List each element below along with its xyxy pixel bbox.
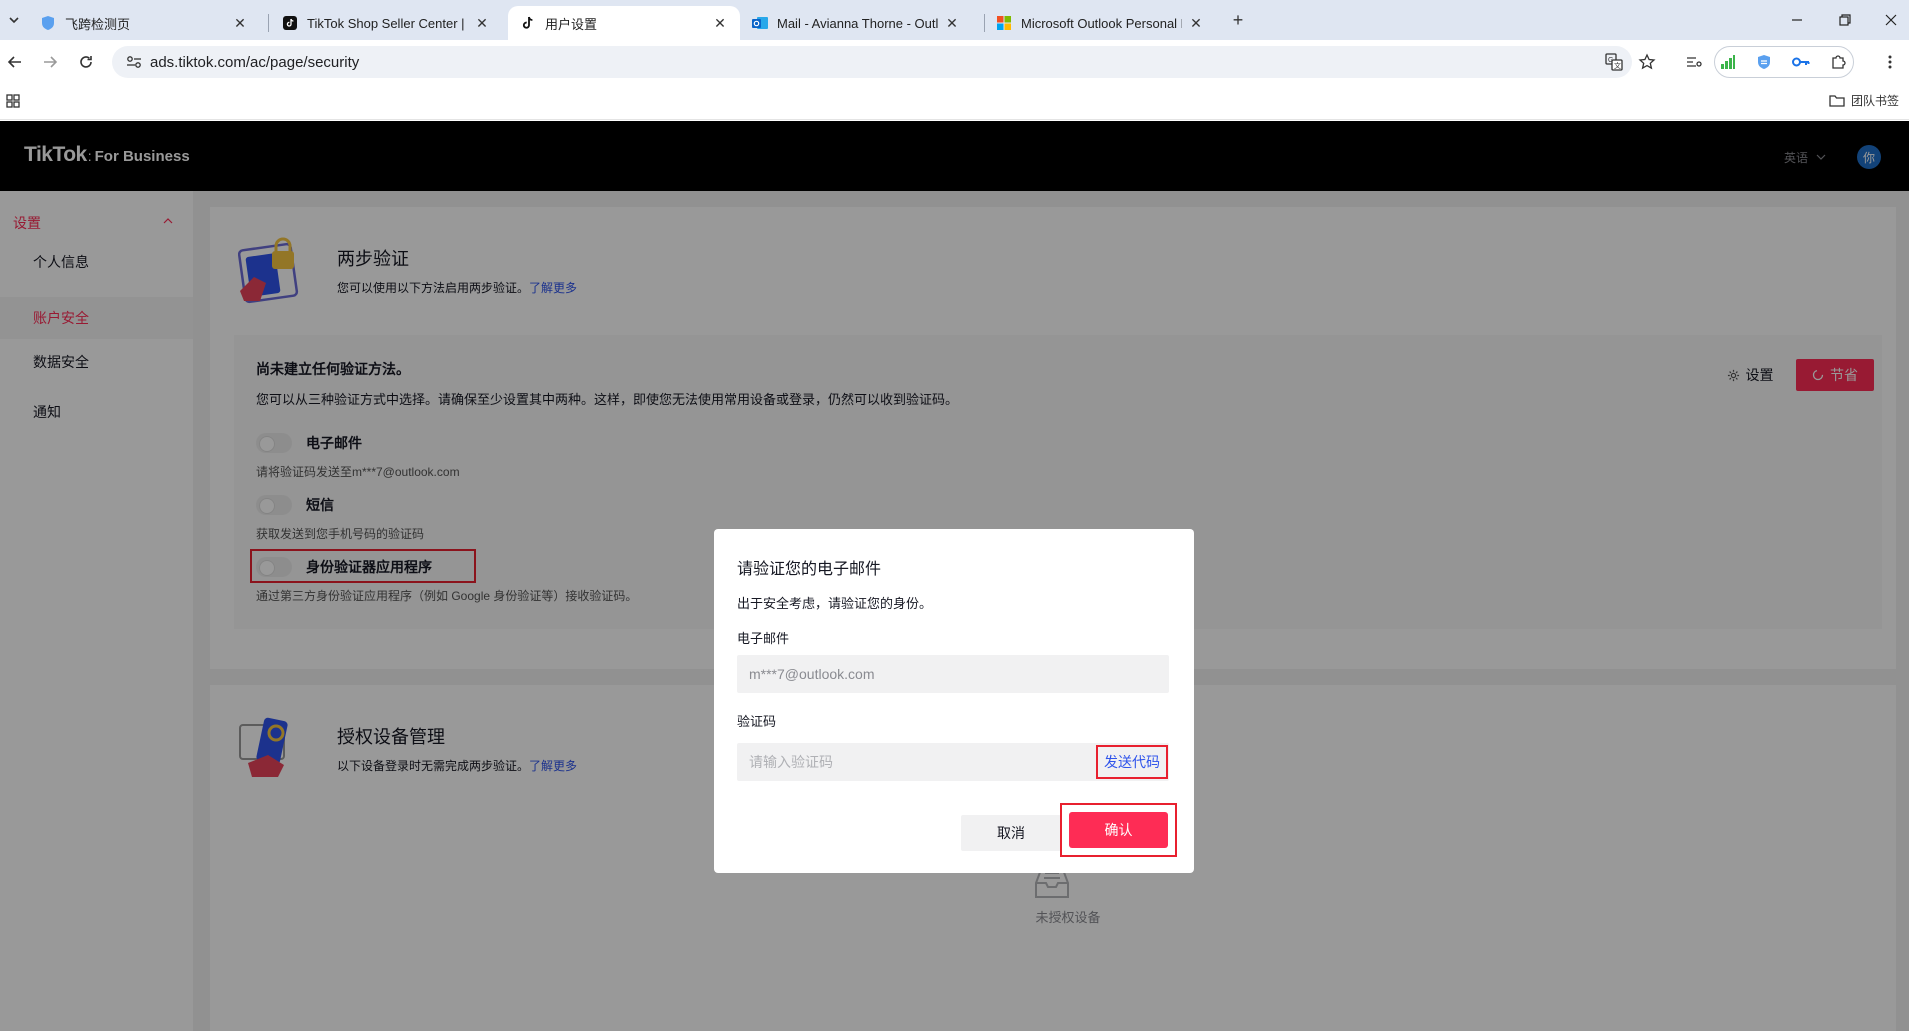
tab-title: TikTok Shop Seller Center | Ti [307,15,468,31]
confirm-highlight-box: 确认 [1060,803,1177,857]
more-menu-icon[interactable] [1878,50,1902,74]
microsoft-icon [996,15,1012,31]
modal-subtitle: 出于安全考虑，请验证您的身份。 [737,596,933,611]
browser-tab-4[interactable]: Mail - Avianna Thorne - Outl ✕ [740,6,972,40]
close-tab-icon[interactable]: ✕ [944,15,960,31]
page: TikTok : For Business 英语 你 设置 个人信息 账户安全 … [0,121,1909,1031]
forward-arrow-icon[interactable] [38,50,62,74]
new-tab-plus-icon[interactable]: + [1228,10,1248,30]
email-field[interactable] [737,655,1169,693]
reload-icon[interactable] [74,50,98,74]
address-bar[interactable]: ads.tiktok.com/ac/page/security [112,46,1632,78]
email-label: 电子邮件 [737,631,790,646]
browser-toolbar: ads.tiktok.com/ac/page/security G文 [0,40,1909,84]
bookmark-folder[interactable]: 团队书签 [1829,92,1899,109]
tab-search-chevron-icon[interactable] [4,10,24,30]
close-tab-icon[interactable]: ✕ [1188,15,1204,31]
tab-title: 飞跨检测页 [65,16,131,32]
code-label: 验证码 [737,714,777,729]
extensions-puzzle-icon[interactable] [1826,50,1850,74]
tiktok-icon [282,15,298,31]
restore-icon[interactable] [1833,8,1857,32]
back-arrow-icon[interactable] [3,50,27,74]
signal-bars-icon[interactable] [1716,50,1740,74]
close-tab-icon[interactable]: ✕ [712,15,728,31]
url-text: ads.tiktok.com/ac/page/security [150,53,360,71]
folder-icon [1829,95,1845,107]
tab-title: Microsoft Outlook Personal E [1021,15,1182,31]
bookmark-folder-label: 团队书签 [1850,94,1899,108]
tiktok-icon [520,15,536,31]
site-info-icon[interactable] [124,55,144,69]
close-tab-icon[interactable]: ✕ [232,15,248,31]
media-controls-icon[interactable] [1682,50,1706,74]
browser-tab-5[interactable]: Microsoft Outlook Personal E ✕ [984,6,1216,40]
apps-grid-icon[interactable] [6,94,20,111]
bookmarks-bar: 团队书签 [0,84,1909,120]
tab-title: 用户设置 [545,16,598,32]
shield-icon [40,15,56,31]
bookmark-star-icon[interactable] [1635,50,1659,74]
outlook-icon [752,15,768,31]
close-window-icon[interactable] [1879,8,1903,32]
verify-email-modal: 请验证您的电子邮件 出于安全考虑，请验证您的身份。 电子邮件 验证码 发送代码 … [714,529,1194,873]
translate-icon[interactable]: G文 [1602,50,1626,74]
svg-text:文: 文 [1614,61,1621,70]
minimize-icon[interactable] [1785,8,1809,32]
send-code-button[interactable]: 发送代码 [1096,745,1168,779]
tab-title: Mail - Avianna Thorne - Outl [777,15,938,31]
key-icon[interactable] [1789,50,1813,74]
tab-separator [268,14,269,32]
browser-tab-bar: 飞跨检测页 ✕ TikTok Shop Seller Center | Ti ✕… [0,0,1909,40]
browser-tab-2[interactable]: TikTok Shop Seller Center | Ti ✕ [270,6,502,40]
cancel-button[interactable]: 取消 [961,815,1061,851]
shield-extension-icon[interactable] [1752,50,1776,74]
browser-tab-3-active[interactable]: 用户设置 ✕ [508,6,740,40]
close-tab-icon[interactable]: ✕ [474,15,490,31]
browser-tab-1[interactable]: 飞跨检测页 ✕ [28,6,260,40]
confirm-button[interactable]: 确认 [1069,812,1168,848]
modal-title: 请验证您的电子邮件 [737,561,882,578]
